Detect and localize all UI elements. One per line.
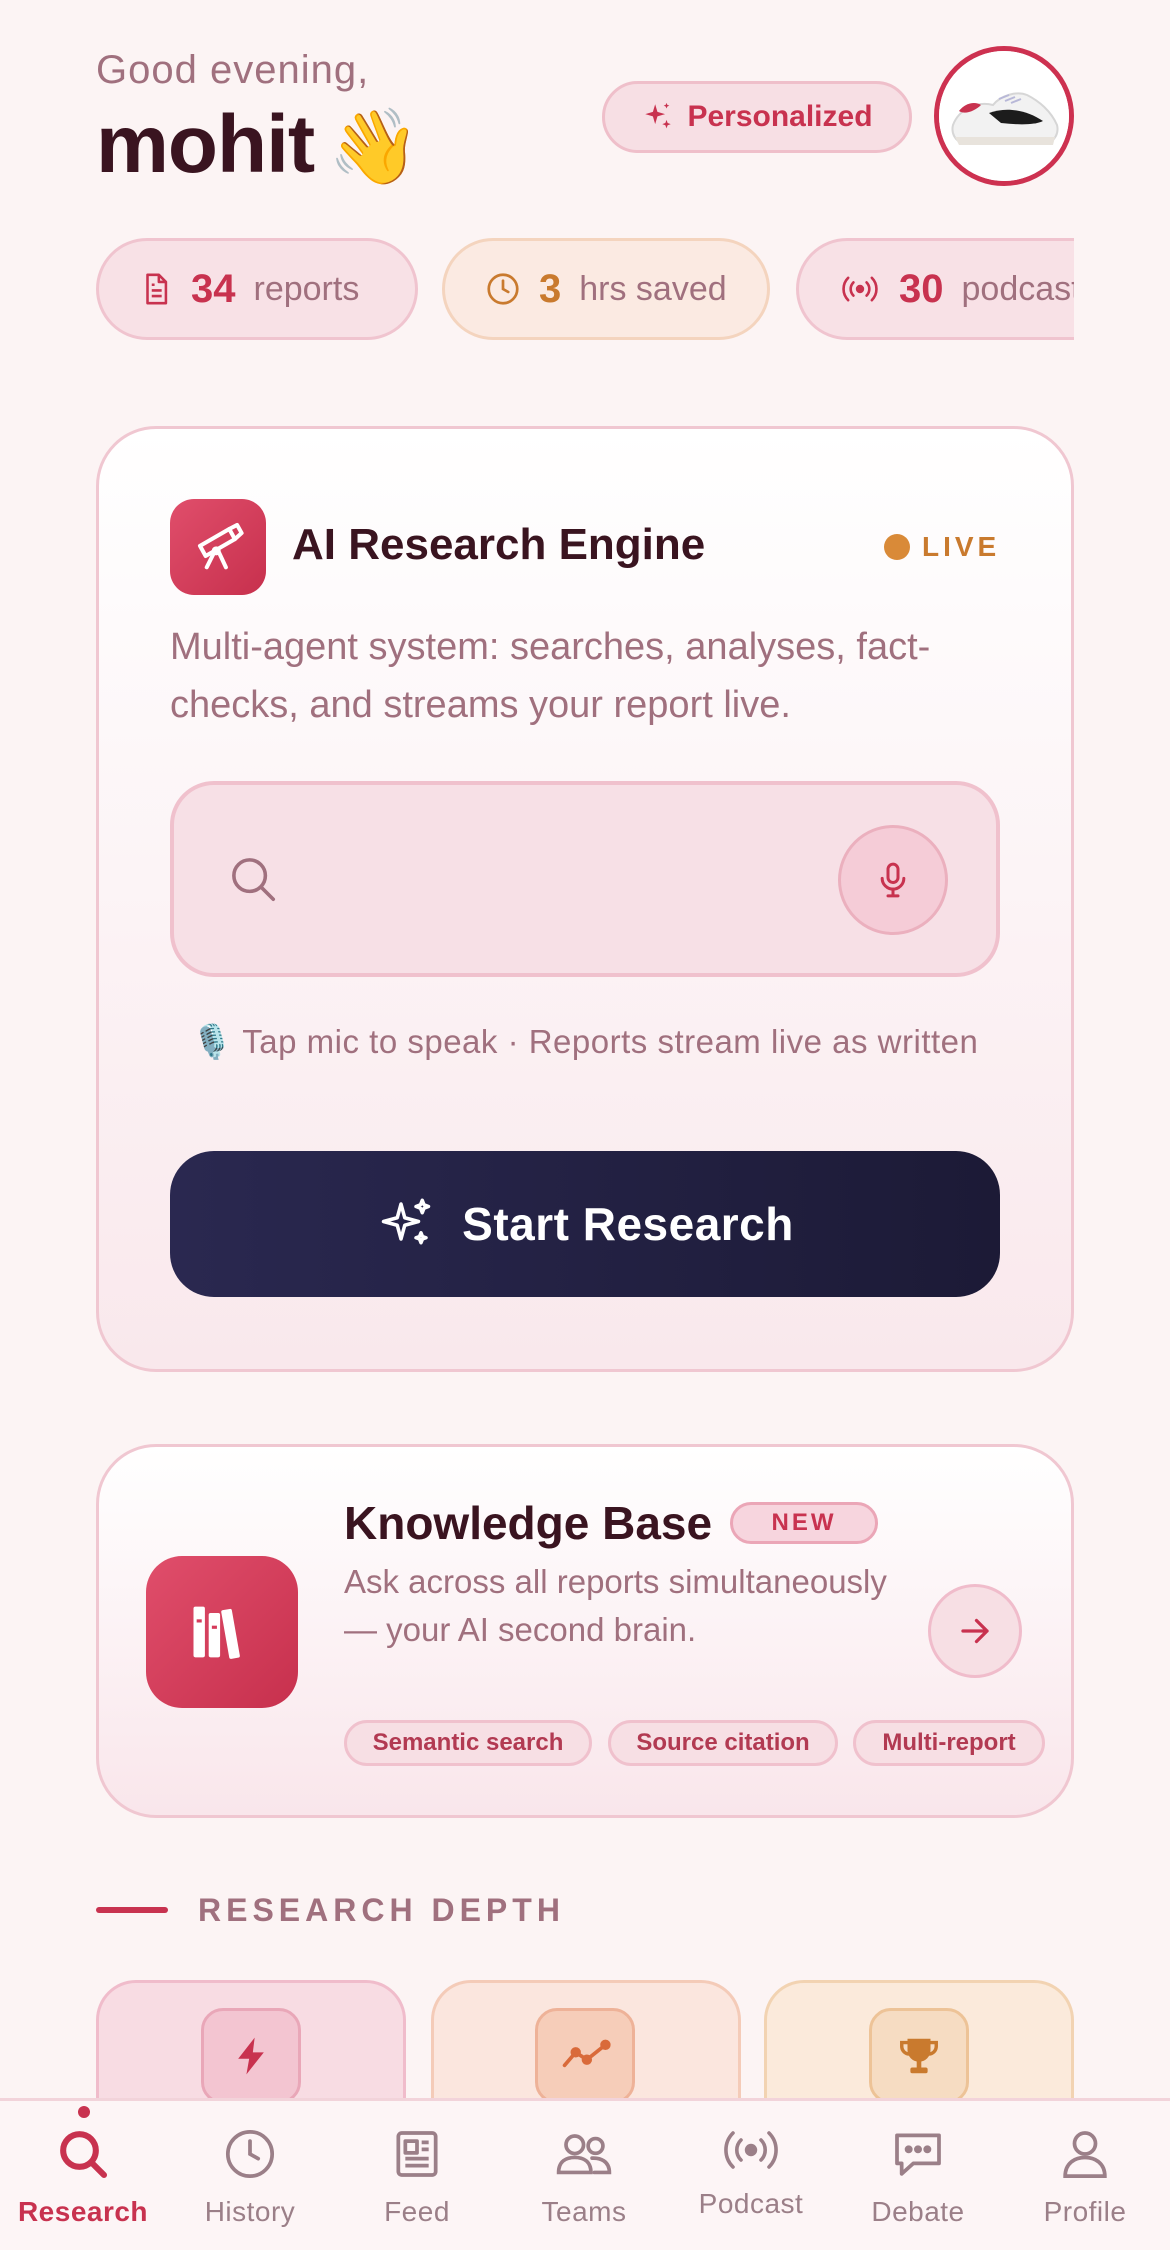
newspaper-icon bbox=[396, 2131, 438, 2177]
personalized-badge[interactable]: Personalized bbox=[602, 81, 912, 153]
nav-research[interactable]: Research bbox=[8, 2126, 158, 2228]
lightning-icon bbox=[201, 2008, 301, 2104]
live-dot bbox=[884, 534, 910, 560]
nav-debate-label: Debate bbox=[871, 2196, 965, 2227]
nav-teams-label: Teams bbox=[541, 2196, 627, 2227]
document-icon bbox=[146, 273, 168, 305]
knowledge-base-icon-tile bbox=[146, 1556, 298, 1708]
nav-debate[interactable]: Debate bbox=[843, 2126, 993, 2228]
nav-podcast-label: Podcast bbox=[698, 2188, 804, 2219]
nav-history-label: History bbox=[204, 2196, 296, 2227]
stat-reports-label: reports bbox=[253, 269, 360, 308]
research-depth-heading: RESEARCH DEPTH bbox=[198, 1892, 565, 1928]
live-label: LIVE bbox=[922, 531, 1001, 562]
engine-description: Multi-agent system: searches, analyses, … bbox=[170, 626, 931, 726]
nav-profile[interactable]: Profile bbox=[1010, 2126, 1160, 2228]
sneaker-avatar-image bbox=[939, 51, 1069, 181]
clock-icon bbox=[487, 273, 519, 305]
nav-feed-label: Feed bbox=[384, 2196, 450, 2227]
knowledge-base-open-button[interactable] bbox=[928, 1584, 1022, 1678]
tag-source-citation: Source citation bbox=[608, 1720, 838, 1766]
nav-feed[interactable]: Feed bbox=[342, 2126, 492, 2228]
arrow-right-icon bbox=[961, 1618, 989, 1644]
start-research-button[interactable]: Start Research bbox=[170, 1151, 1000, 1297]
nav-research-label: Research bbox=[17, 2196, 149, 2227]
users-icon bbox=[556, 2134, 612, 2175]
new-badge: NEW bbox=[730, 1502, 878, 1544]
section-accent-line bbox=[96, 1907, 168, 1913]
nav-history[interactable]: History bbox=[175, 2126, 325, 2228]
nav-podcast[interactable]: Podcast bbox=[676, 2126, 826, 2220]
microphone-icon bbox=[880, 862, 906, 898]
chat-icon bbox=[895, 2133, 941, 2176]
stats-row: 34 reports 3 hrs saved 30 podcasts bbox=[96, 238, 1074, 342]
engine-title: AI Research Engine bbox=[292, 520, 706, 569]
sparkles-icon bbox=[645, 102, 672, 129]
stat-hours-saved[interactable]: 3 hrs saved bbox=[442, 238, 770, 340]
search-icon bbox=[60, 2131, 108, 2179]
wave-emoji: 👋 bbox=[328, 105, 420, 188]
search-icon bbox=[226, 852, 280, 911]
sparkles-icon bbox=[381, 1198, 431, 1245]
greeting-text: Good evening, bbox=[96, 48, 370, 92]
stat-reports-value: 34 bbox=[191, 266, 236, 311]
live-indicator: LIVE bbox=[884, 531, 1000, 563]
mic-hint-text: 🎙️ Tap mic to speak · Reports stream liv… bbox=[191, 1023, 979, 1060]
library-books-icon bbox=[193, 1606, 240, 1659]
engine-icon-tile bbox=[170, 499, 266, 595]
broadcast-icon bbox=[842, 276, 878, 302]
mic-button[interactable] bbox=[838, 825, 948, 935]
stat-hours-label: hrs saved bbox=[579, 269, 727, 308]
clock-icon bbox=[225, 2129, 275, 2179]
nav-profile-label: Profile bbox=[1043, 2196, 1127, 2227]
knowledge-base-title: Knowledge Base bbox=[344, 1497, 713, 1549]
trend-line-icon bbox=[535, 2008, 635, 2104]
username-text: mohit bbox=[96, 99, 315, 190]
username-heading: mohit 👋 bbox=[96, 95, 420, 197]
avatar[interactable] bbox=[934, 46, 1074, 186]
broadcast-icon bbox=[724, 2131, 778, 2169]
stat-podcasts[interactable]: 30 podcasts bbox=[796, 238, 1074, 340]
knowledge-base-description: Ask across all reports simultaneously — … bbox=[344, 1563, 887, 1648]
stat-hours-value: 3 bbox=[539, 266, 562, 311]
stat-reports[interactable]: 34 reports bbox=[96, 238, 418, 340]
active-tab-indicator bbox=[78, 2106, 90, 2118]
tag-multi-report: Multi-report bbox=[853, 1720, 1045, 1766]
stat-podcasts-label: podcasts bbox=[961, 269, 1075, 308]
start-research-label: Start Research bbox=[462, 1198, 794, 1250]
nav-teams[interactable]: Teams bbox=[509, 2126, 659, 2228]
stat-podcasts-value: 30 bbox=[899, 266, 944, 311]
user-icon bbox=[1063, 2131, 1107, 2179]
personalized-label: Personalized bbox=[687, 100, 873, 133]
trophy-icon bbox=[869, 2008, 969, 2104]
tag-semantic-search: Semantic search bbox=[344, 1720, 592, 1766]
telescope-icon bbox=[197, 522, 244, 570]
